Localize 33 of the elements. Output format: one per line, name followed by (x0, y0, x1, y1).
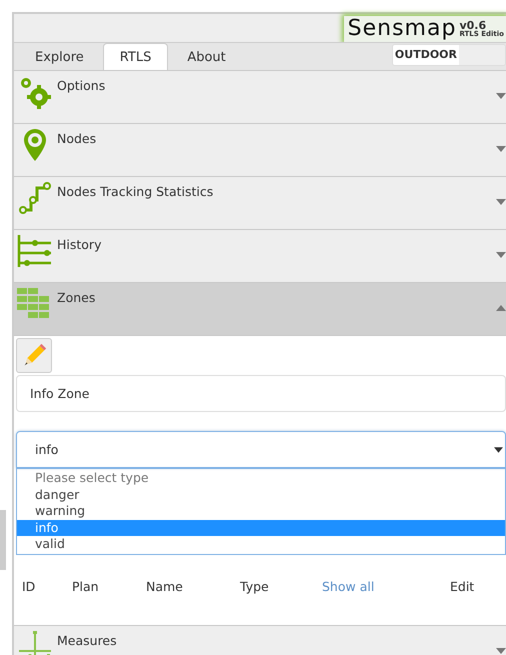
dropdown-option[interactable]: valid (17, 536, 505, 552)
tab[interactable]: Explore (18, 43, 101, 70)
accordion-header[interactable]: Nodes Tracking Statistics (14, 176, 506, 229)
tab[interactable]: About (170, 43, 243, 70)
section-title: Zones (56, 289, 96, 305)
tab[interactable]: RTLS (102, 43, 168, 70)
section-title: Measures (56, 632, 117, 648)
column-header: ID (22, 579, 36, 594)
section-title: Nodes Tracking Statistics (56, 183, 214, 199)
accordion-header[interactable]: Measures (14, 624, 506, 655)
scrollbar[interactable] (0, 510, 6, 570)
section-title: History (56, 236, 102, 252)
zone-type-select[interactable]: info (16, 431, 506, 468)
section-title: Nodes (56, 130, 96, 146)
route-icon (17, 180, 53, 216)
accordion-header[interactable]: Zones (14, 282, 506, 335)
section-title: Options (56, 77, 106, 93)
axes-icon (17, 628, 53, 655)
mode-toggle[interactable]: OUTDOOR (392, 44, 506, 66)
edit-button[interactable] (16, 338, 52, 373)
dropdown-option[interactable]: danger (17, 486, 505, 503)
column-header: Type (240, 579, 270, 594)
caret-icon (494, 446, 503, 452)
dropdown-option[interactable]: Please select type (17, 470, 505, 486)
zone-name-field[interactable]: Info Zone (16, 375, 506, 412)
dropdown-option[interactable]: warning (17, 503, 505, 520)
accordion-header[interactable]: History (14, 229, 506, 282)
column-header: Plan (72, 579, 100, 594)
accordion-header[interactable]: Options (14, 70, 506, 123)
column-header: Name (146, 579, 184, 594)
timeline-icon (17, 233, 53, 269)
column-header: Edit (450, 579, 474, 594)
accordion-header[interactable]: Nodes (14, 123, 506, 176)
